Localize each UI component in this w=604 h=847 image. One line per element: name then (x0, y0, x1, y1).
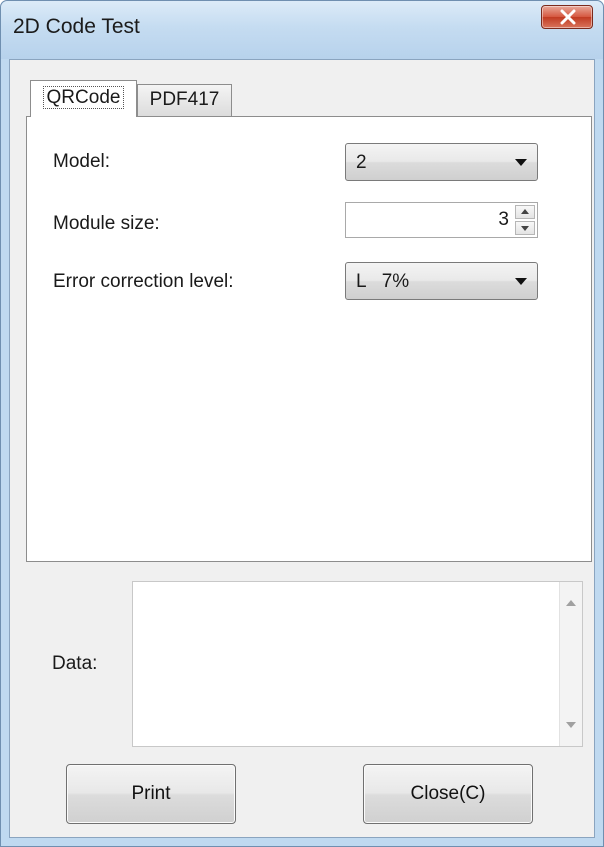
chevron-down-icon (515, 159, 527, 166)
window-close-button[interactable] (541, 5, 593, 29)
spinner-buttons (515, 205, 535, 235)
title-bar[interactable]: 2D Code Test (1, 1, 603, 59)
scroll-down-icon[interactable] (566, 722, 576, 728)
print-button[interactable]: Print (66, 764, 236, 824)
dialog-client-area: QRCode PDF417 Model: 2 Module size: 3 Er… (9, 59, 595, 838)
model-label: Model: (53, 151, 111, 172)
error-correction-combobox[interactable]: L 7% (345, 262, 538, 300)
error-correction-value: L 7% (356, 271, 410, 292)
tab-pdf417-label: PDF417 (149, 89, 220, 110)
qrcode-tab-panel: Model: 2 Module size: 3 Error correction… (26, 116, 592, 562)
module-size-label: Module size: (53, 213, 160, 234)
spin-down-icon[interactable] (515, 221, 535, 235)
scroll-up-icon[interactable] (566, 600, 576, 606)
model-combobox[interactable]: 2 (345, 143, 538, 181)
window-title: 2D Code Test (13, 15, 140, 38)
error-correction-label: Error correction level: (53, 271, 234, 292)
data-scrollbar[interactable] (559, 582, 582, 746)
tab-qrcode[interactable]: QRCode (30, 80, 137, 117)
data-textarea[interactable] (132, 581, 583, 747)
tab-qrcode-label: QRCode (42, 86, 125, 109)
tab-pdf417[interactable]: PDF417 (137, 84, 232, 116)
spin-up-icon[interactable] (515, 205, 535, 219)
module-size-spinner[interactable]: 3 (345, 202, 538, 238)
close-x-icon (560, 9, 576, 25)
app-window: 2D Code Test QRCode PDF417 Model: 2 Modu… (0, 0, 604, 847)
module-size-value: 3 (498, 209, 509, 230)
model-value: 2 (356, 152, 367, 173)
close-button[interactable]: Close(C) (363, 764, 533, 824)
chevron-down-icon (515, 278, 527, 285)
data-label: Data: (52, 653, 98, 674)
